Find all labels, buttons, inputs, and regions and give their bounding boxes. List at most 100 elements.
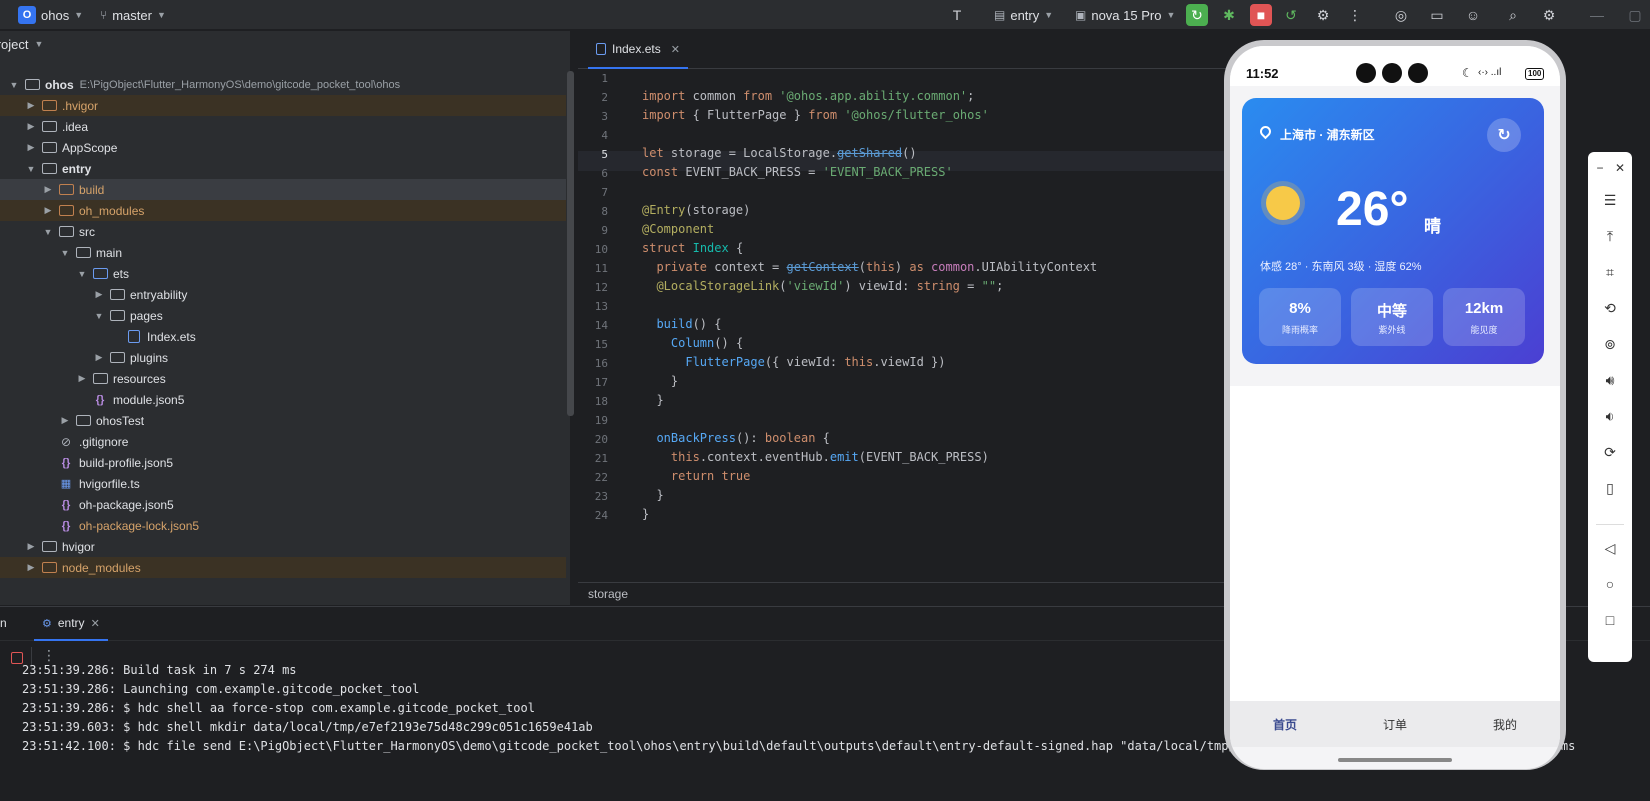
tree-item[interactable]: {} module.json5 <box>0 389 566 410</box>
code-editor: Index.ets ✕ 1 2 3 4 5 6 7 8 9 10 11 12 13 14 15 16 17 18 1… <box>578 31 1228 605</box>
tree-item[interactable]: {} build-profile.json5 <box>0 452 566 473</box>
chevron-right-icon[interactable]: ▶ <box>25 541 37 552</box>
tree-item[interactable]: ▶ AppScope <box>0 137 566 158</box>
settings-gear-icon[interactable]: ⚙ <box>1538 4 1560 26</box>
chevron-right-icon[interactable]: ▶ <box>93 289 105 300</box>
tree-item[interactable]: ▼ ets <box>0 263 566 284</box>
tree-item-label: node_modules <box>62 560 141 575</box>
tree-item[interactable]: ▶ hvigor <box>0 536 566 557</box>
chevron-right-icon[interactable]: ▶ <box>25 562 37 573</box>
chevron-right-icon[interactable]: ▶ <box>42 205 54 216</box>
tree-item[interactable]: ▶ ohosTest <box>0 410 566 431</box>
weather-card: 上海市 · 浦东新区 ↻ 26° 晴 体感 28° · 东南风 3级 · 湿度 … <box>1242 98 1544 364</box>
crop-icon[interactable]: ⌗ <box>1600 262 1620 282</box>
project-selector[interactable]: O ohos ▼ <box>18 5 83 25</box>
tree-item-label: build <box>79 182 105 197</box>
nav-tab[interactable]: 我的 <box>1450 701 1560 747</box>
chevron-right-icon[interactable]: ▶ <box>25 121 37 132</box>
tree-item[interactable]: ⊘ .gitignore <box>0 431 566 452</box>
recents-icon[interactable]: □ <box>1600 610 1620 630</box>
tree-item[interactable]: {} oh-package-lock.json5 <box>0 515 566 536</box>
debug-icon[interactable]: ✱ <box>1218 4 1240 26</box>
home-icon[interactable]: ○ <box>1600 574 1620 594</box>
tree-item[interactable]: ▶ build <box>0 179 566 200</box>
pin-top-icon[interactable]: ⤒ <box>1600 226 1620 246</box>
folder-sync-icon[interactable]: ▭ <box>1426 4 1448 26</box>
device-selector[interactable]: ▣ nova 15 Pro ▼ <box>1075 5 1175 25</box>
volume-up-icon[interactable]: 🔊︎ <box>1600 370 1620 390</box>
folder-icon <box>41 162 57 176</box>
temperature: 26° <box>1336 183 1409 236</box>
chevron-right-icon[interactable]: ▶ <box>93 352 105 363</box>
fold-device-icon[interactable]: ▯ <box>1600 478 1620 498</box>
rotate-device-icon[interactable]: ⟳ <box>1600 442 1620 462</box>
text-tool-icon[interactable]: T <box>946 4 968 26</box>
project-panel-header[interactable]: Project ▼ <box>0 31 570 57</box>
minimize-icon[interactable]: − <box>1590 158 1610 178</box>
search-icon[interactable]: ⌕ <box>1502 4 1524 26</box>
tab-index-ets[interactable]: Index.ets ✕ <box>588 31 688 69</box>
code-line: } <box>642 393 664 407</box>
chevron-down-icon[interactable]: ▼ <box>42 227 54 237</box>
rotate-icon[interactable]: ⟲ <box>1600 298 1620 318</box>
chevron-down-icon[interactable]: ▼ <box>59 248 71 258</box>
tree-item[interactable]: ▼ main <box>0 242 566 263</box>
tree-item[interactable]: {} oh-package.json5 <box>0 494 566 515</box>
tree-item[interactable]: ▦ hvigorfile.ts <box>0 473 566 494</box>
chevron-right-icon[interactable]: ▶ <box>25 142 37 153</box>
tree-item[interactable]: ▶ oh_modules <box>0 200 566 221</box>
chevron-right-icon[interactable]: ▶ <box>59 415 71 426</box>
rerun-icon[interactable]: ↻ <box>1186 4 1208 26</box>
folder-icon <box>75 246 91 260</box>
maximize-icon[interactable]: ▢ <box>1624 4 1646 26</box>
stop-icon[interactable]: ■ <box>1250 4 1272 26</box>
chevron-right-icon[interactable]: ▶ <box>25 100 37 111</box>
tree-item[interactable]: ▼ src <box>0 221 566 242</box>
home-indicator[interactable] <box>1338 758 1452 762</box>
more-actions-icon[interactable]: ⋮ <box>1344 4 1366 26</box>
run-config-selector[interactable]: ▤ entry ▼ <box>994 5 1053 25</box>
tree-item[interactable]: ▶ node_modules <box>0 557 566 578</box>
chevron-down-icon[interactable]: ▼ <box>93 311 105 321</box>
tree-item[interactable]: ▶ .idea <box>0 116 566 137</box>
tree-item[interactable]: ▶ resources <box>0 368 566 389</box>
apply-changes-icon[interactable]: ↺ <box>1280 4 1302 26</box>
device-manager-icon[interactable]: ◎ <box>1390 4 1412 26</box>
line-number: 4 <box>601 129 608 142</box>
tree-item[interactable]: ▼ pages <box>0 305 566 326</box>
chevron-down-icon[interactable]: ▼ <box>76 269 88 279</box>
chevron-right-icon[interactable]: ▶ <box>76 373 88 384</box>
close-icon[interactable]: ✕ <box>1610 158 1630 178</box>
close-icon[interactable]: ✕ <box>671 43 680 56</box>
gitignore-icon: ⊘ <box>60 434 72 449</box>
nav-tab[interactable]: 订单 <box>1340 701 1450 747</box>
chevron-right-icon[interactable]: ▶ <box>42 184 54 195</box>
tree-item[interactable]: ▶ .hvigor <box>0 95 566 116</box>
menu-icon[interactable]: ☰ <box>1600 190 1620 210</box>
tab-run-entry[interactable]: ⚙ entry ✕ <box>34 607 108 641</box>
profiler-icon[interactable]: ⚙ <box>1312 4 1334 26</box>
run-config-name: entry <box>1010 7 1040 23</box>
tree-item[interactable]: ▼ entry <box>0 158 566 179</box>
account-icon[interactable]: ☺ <box>1462 4 1484 26</box>
tree-item[interactable]: Index.ets <box>0 326 566 347</box>
folder-icon <box>109 309 125 323</box>
tree-root-ohos[interactable]: ▼ ohos E:\PigObject\Flutter_HarmonyOS\de… <box>0 74 566 95</box>
line-number: 14 <box>594 319 608 332</box>
refresh-button[interactable]: ↻ <box>1487 118 1521 152</box>
tree-item[interactable]: ▶ plugins <box>0 347 566 368</box>
back-icon[interactable]: ◁ <box>1600 538 1620 558</box>
nav-tab[interactable]: 首页 <box>1230 701 1340 747</box>
tree-item[interactable]: ▶ entryability <box>0 284 566 305</box>
close-icon[interactable]: ✕ <box>91 617 100 630</box>
screenshot-icon[interactable]: ⊚ <box>1600 334 1620 354</box>
phone-screen[interactable]: 11:52 ☾ ‹·› ..ıl 100 上海市 · 浦东新区 ↻ 26° 晴 … <box>1230 46 1560 769</box>
project-scrollbar[interactable] <box>567 71 574 416</box>
breadcrumb-item[interactable]: storage <box>588 587 628 601</box>
chevron-down-icon[interactable]: ▼ <box>25 164 37 174</box>
branch-selector[interactable]: ⑂ master ▼ <box>100 5 166 25</box>
minimize-icon[interactable]: — <box>1586 4 1608 26</box>
more-options-icon[interactable]: ⋮ <box>42 647 56 664</box>
volume-down-icon[interactable]: 🔉︎ <box>1600 406 1620 426</box>
line-number: 3 <box>601 110 608 123</box>
